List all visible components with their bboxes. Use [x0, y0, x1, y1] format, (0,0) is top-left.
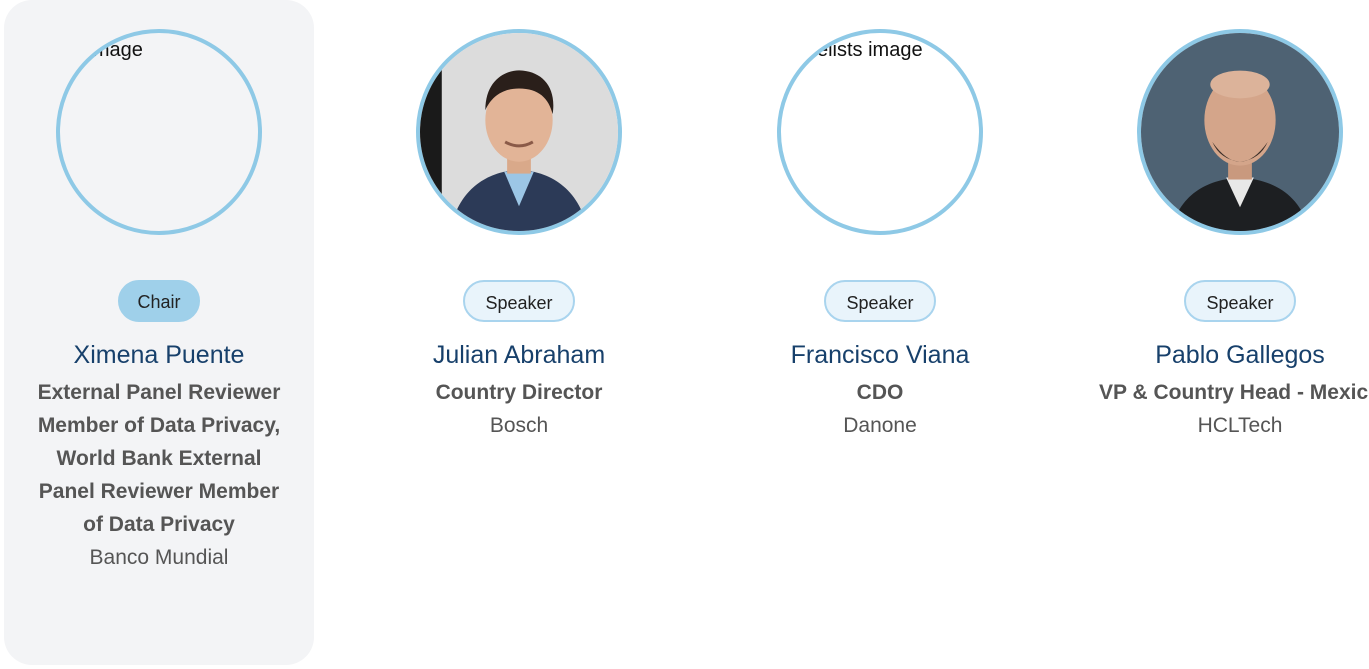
francisco-viana-name[interactable]: Francisco Viana	[725, 340, 1035, 370]
pablo-gallegos-company: HCLTech	[1197, 414, 1283, 437]
pablo-gallegos-title: VP & Country Head - Mexico	[1098, 381, 1369, 404]
julian-abraham-role-badge: Speaker	[463, 280, 575, 322]
julian-abraham-avatar	[416, 29, 622, 235]
pablo-gallegos-name[interactable]: Pablo Gallegos	[1085, 340, 1369, 370]
panel-row: Chair image Chair Ximena Puente External…	[0, 0, 1369, 669]
francisco-viana-title: CDO	[856, 381, 904, 404]
julian-abraham-photo	[420, 33, 618, 231]
francisco-viana-avatar: Panelists image	[777, 29, 983, 235]
pablo-gallegos-photo	[1141, 33, 1339, 231]
chair-avatar: Chair image	[56, 29, 262, 235]
julian-abraham-title: Country Director	[435, 381, 603, 404]
chair-company: Banco Mundial	[89, 546, 229, 569]
pablo-gallegos-role-badge: Speaker	[1184, 280, 1296, 322]
chair-role-badge: Chair	[118, 280, 200, 322]
julian-abraham-company: Bosch	[489, 414, 549, 437]
francisco-viana-role-badge: Speaker	[824, 280, 936, 322]
panelist-card-pablo-gallegos: Speaker Pablo Gallegos VP & Country Head…	[1085, 0, 1369, 442]
julian-abraham-name[interactable]: Julian Abraham	[364, 340, 674, 370]
panelist-card-julian-abraham: Speaker Julian Abraham Country Director …	[364, 0, 674, 442]
chair-image-alt-text: Chair image	[60, 39, 143, 61]
chair-title: External Panel Reviewer Member of Data P…	[37, 381, 281, 536]
francisco-viana-company: Danone	[843, 414, 917, 437]
pablo-gallegos-avatar	[1137, 29, 1343, 235]
panelist-card-chair: Chair image Chair Ximena Puente External…	[4, 0, 314, 665]
francisco-viana-image-alt-text: Panelists image	[781, 39, 923, 61]
chair-name[interactable]: Ximena Puente	[4, 340, 314, 370]
panelist-card-francisco-viana: Panelists image Speaker Francisco Viana …	[725, 0, 1035, 442]
